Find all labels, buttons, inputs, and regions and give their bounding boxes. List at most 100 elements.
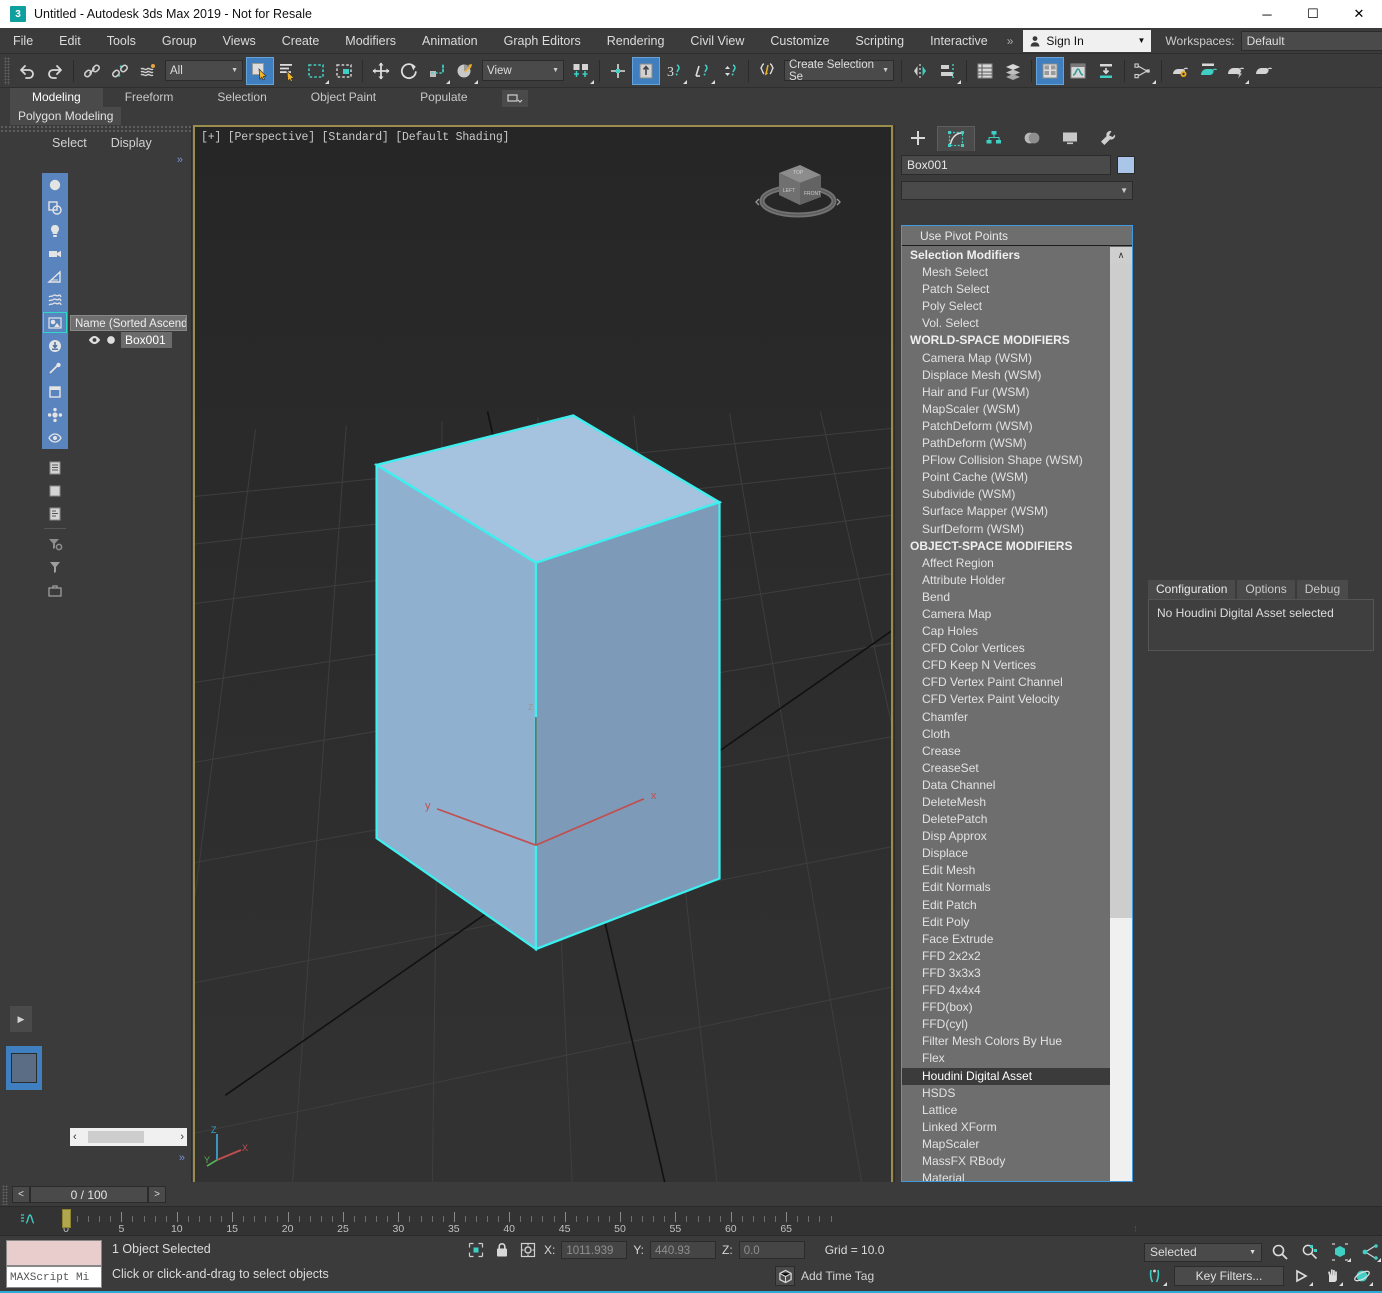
scene-explorer-menu-select[interactable]: Select: [52, 136, 87, 150]
menu-overflow-icon[interactable]: »: [1001, 34, 1020, 48]
mirror-icon[interactable]: [906, 57, 934, 85]
select-bones-icon[interactable]: [42, 357, 68, 380]
filter-settings-icon[interactable]: [42, 532, 68, 555]
select-xrefs-icon[interactable]: [42, 334, 68, 357]
select-by-name-icon[interactable]: [274, 57, 302, 85]
maxscript-icon[interactable]: [753, 57, 781, 85]
select-object-icon[interactable]: [246, 57, 274, 85]
menu-item-create[interactable]: Create: [269, 28, 333, 54]
houdini-tab-options[interactable]: Options: [1237, 580, 1294, 599]
workspace-select[interactable]: Default ▼: [1241, 31, 1382, 51]
angle-snap-icon[interactable]: 3: [660, 57, 688, 85]
maxscript-output-pane[interactable]: [6, 1240, 102, 1266]
modifier-item-cfd-color-vertices[interactable]: CFD Color Vertices: [902, 640, 1110, 657]
modifier-item-edit-poly[interactable]: Edit Poly: [902, 914, 1110, 931]
menu-item-customize[interactable]: Customize: [757, 28, 842, 54]
snaps-toggle-icon[interactable]: [632, 57, 660, 85]
display-toggle-icon[interactable]: [42, 426, 68, 449]
modifier-item-displace[interactable]: Displace: [902, 845, 1110, 862]
modifier-item-camera-map[interactable]: Camera Map: [902, 606, 1110, 623]
select-lights-icon[interactable]: [42, 219, 68, 242]
detail-view-icon[interactable]: [42, 502, 68, 525]
modifier-item-cfd-keep-n-vertices[interactable]: CFD Keep N Vertices: [902, 657, 1110, 674]
select-shapes-icon[interactable]: [42, 196, 68, 219]
render-iterative-icon[interactable]: [1250, 57, 1278, 85]
modifier-item-lattice[interactable]: Lattice: [902, 1102, 1110, 1119]
motion-tab[interactable]: [1013, 126, 1051, 151]
use-pivot-points-item[interactable]: Use Pivot Points: [902, 226, 1132, 246]
modifier-item-bend[interactable]: Bend: [902, 589, 1110, 606]
maxscript-input-field[interactable]: MAXScript Mi: [6, 1266, 102, 1288]
modifier-item-pflow-collision-shape-wsm[interactable]: PFlow Collision Shape (WSM): [902, 452, 1110, 469]
menu-item-animation[interactable]: Animation: [409, 28, 491, 54]
ribbon-tab-populate[interactable]: Populate: [398, 88, 489, 107]
zoom-icon[interactable]: [1268, 1241, 1292, 1263]
modifier-item-edit-normals[interactable]: Edit Normals: [902, 879, 1110, 896]
maximize-button[interactable]: ☐: [1290, 0, 1336, 28]
add-time-tag-group[interactable]: Add Time Tag: [775, 1266, 874, 1286]
ribbon-tab-selection[interactable]: Selection: [195, 88, 288, 107]
modifier-item-camera-map-wsm[interactable]: Camera Map (WSM): [902, 350, 1110, 367]
modifier-item-cfd-vertex-paint-channel[interactable]: CFD Vertex Paint Channel: [902, 674, 1110, 691]
hierarchy-tab[interactable]: [975, 126, 1013, 151]
modifier-item-subdivide-wsm[interactable]: Subdivide (WSM): [902, 486, 1110, 503]
scroll-right-icon[interactable]: ›: [180, 1131, 184, 1143]
y-coordinate-field[interactable]: 440.93: [650, 1241, 716, 1259]
current-frame-display[interactable]: 0 / 100: [30, 1186, 148, 1203]
scrollbar-thumb[interactable]: [1110, 263, 1132, 918]
modifier-item-edit-mesh[interactable]: Edit Mesh: [902, 862, 1110, 879]
modifier-item-pathdeform-wsm[interactable]: PathDeform (WSM): [902, 435, 1110, 452]
modifier-item-linked-xform[interactable]: Linked XForm: [902, 1119, 1110, 1136]
selection-scope-select[interactable]: Selected ▼: [1144, 1243, 1262, 1262]
trackbar-grip[interactable]: [2, 1185, 8, 1205]
modify-tab[interactable]: [937, 126, 975, 151]
modifier-item-ffd-3x3x3[interactable]: FFD 3x3x3: [902, 965, 1110, 982]
select-containers-icon[interactable]: [42, 380, 68, 403]
timeline-playhead[interactable]: [62, 1209, 71, 1228]
modifier-item-point-cache-wsm[interactable]: Point Cache (WSM): [902, 469, 1110, 486]
mini-curve-editor-icon[interactable]: [20, 1212, 38, 1229]
modifier-item-material[interactable]: Material: [902, 1170, 1110, 1181]
orbit-icon[interactable]: [1350, 1265, 1374, 1287]
modifier-item-ffd-2x2x2[interactable]: FFD 2x2x2: [902, 948, 1110, 965]
scene-explorer-more-bottom-icon[interactable]: »: [179, 1152, 185, 1164]
modifier-item-ffd-4x4x4[interactable]: FFD 4x4x4: [902, 982, 1110, 999]
scrollbar-thumb[interactable]: [88, 1131, 144, 1143]
modifier-list-scrollbar[interactable]: ∧: [1110, 247, 1132, 1181]
timeline-ruler-right-segment[interactable]: [1136, 1209, 1382, 1235]
select-scale-icon[interactable]: [423, 57, 451, 85]
modifier-item-patch-select[interactable]: Patch Select: [902, 281, 1110, 298]
viewport[interactable]: z x y [+] [Perspective] [Standard] [Defa…: [193, 125, 893, 1182]
ribbon-tab-modeling[interactable]: Modeling: [10, 88, 103, 107]
select-helpers-icon[interactable]: [42, 265, 68, 288]
filter-icon[interactable]: [42, 555, 68, 578]
modifier-item-cap-holes[interactable]: Cap Holes: [902, 623, 1110, 640]
scroll-up-icon[interactable]: ∧: [1110, 247, 1132, 263]
modifier-item-crease[interactable]: Crease: [902, 743, 1110, 760]
menu-item-group[interactable]: Group: [149, 28, 210, 54]
modifier-item-mesh-select[interactable]: Mesh Select: [902, 264, 1110, 281]
select-groups-icon[interactable]: [42, 311, 68, 334]
toolbox-icon[interactable]: [42, 578, 68, 601]
spinner-snap-icon[interactable]: [716, 57, 744, 85]
field-of-view-icon[interactable]: [1358, 1241, 1382, 1263]
reference-coord-select[interactable]: View ▼: [482, 60, 564, 81]
modifier-item-deletemesh[interactable]: DeleteMesh: [902, 794, 1110, 811]
selection-lock-icon[interactable]: [492, 1240, 512, 1260]
ribbon-tab-object-paint[interactable]: Object Paint: [289, 88, 398, 107]
freeze-dot-icon[interactable]: [106, 335, 116, 345]
selection-filter-select[interactable]: All ▼: [165, 60, 243, 81]
scene-explorer-grip[interactable]: [0, 125, 191, 132]
modifier-item-attribute-holder[interactable]: Attribute Holder: [902, 572, 1110, 589]
ribbon-panel-label[interactable]: Polygon Modeling: [10, 107, 121, 125]
prev-frame-button[interactable]: <: [12, 1186, 30, 1203]
scene-explorer-menu-display[interactable]: Display: [111, 136, 152, 150]
object-name-input[interactable]: [901, 155, 1111, 175]
time-tag-icon[interactable]: [775, 1266, 795, 1286]
select-link-icon[interactable]: [78, 57, 106, 85]
layer-explorer-icon[interactable]: [971, 57, 999, 85]
scroll-left-icon[interactable]: ‹: [73, 1131, 77, 1143]
utilities-tab[interactable]: [1089, 126, 1127, 151]
box-view-icon[interactable]: [42, 479, 68, 502]
redo-icon[interactable]: [41, 57, 69, 85]
